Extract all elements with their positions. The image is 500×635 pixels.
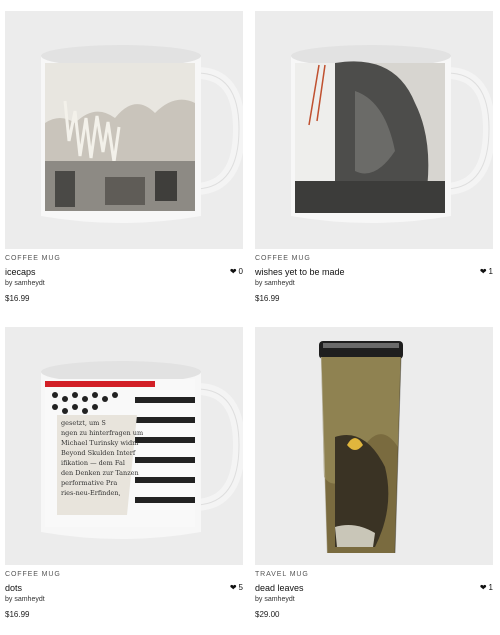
- product-type: COFFEE MUG: [255, 255, 311, 262]
- print-text-line: performative Pra: [61, 479, 117, 487]
- like-count: 1: [488, 267, 493, 276]
- product-title[interactable]: dead leaves: [255, 583, 304, 593]
- product-type: TRAVEL MUG: [255, 571, 309, 578]
- like-button[interactable]: ❤ 0: [230, 267, 243, 276]
- product-price: $16.99: [255, 294, 280, 303]
- heart-icon: ❤: [479, 582, 487, 592]
- print-text-line: Beyond Skulden Interf: [61, 449, 136, 457]
- product-card[interactable]: COFFEE MUG icecaps by samheydt $16.99 ❤ …: [5, 11, 243, 307]
- product-meta: COFFEE MUG wishes yet to be made by samh…: [255, 249, 493, 307]
- product-type: COFFEE MUG: [5, 571, 61, 578]
- print-text-line: Michael Turinsky widm: [61, 439, 138, 447]
- product-type: COFFEE MUG: [5, 255, 61, 262]
- product-artist[interactable]: by samheydt: [5, 280, 45, 287]
- product-meta: COFFEE MUG dots by samheydt $16.99 ❤ 5: [5, 565, 243, 623]
- heart-icon: ❤: [229, 582, 237, 592]
- product-price: $16.99: [5, 610, 30, 619]
- product-price: $29.00: [255, 610, 280, 619]
- product-meta: COFFEE MUG icecaps by samheydt $16.99 ❤ …: [5, 249, 243, 307]
- like-count: 5: [238, 583, 243, 592]
- print-text-line: ifikation — dem Fal: [61, 459, 125, 467]
- print-text-line: ries-neu-Erfinden,: [61, 489, 121, 497]
- like-button[interactable]: ❤ 1: [480, 267, 493, 276]
- product-image-mug-wishes[interactable]: [255, 11, 493, 249]
- print-text-line: den Denken zur Tanzen: [61, 469, 139, 477]
- product-price: $16.99: [5, 294, 30, 303]
- like-button[interactable]: ❤ 5: [230, 583, 243, 592]
- heart-icon: ❤: [479, 266, 487, 276]
- product-title[interactable]: icecaps: [5, 267, 36, 277]
- print-text-line: ngen zu hinterfragen um: [61, 429, 143, 437]
- product-artist[interactable]: by samheydt: [5, 596, 45, 603]
- like-button[interactable]: ❤ 1: [480, 583, 493, 592]
- product-image-travel-mug-dead-leaves[interactable]: [255, 327, 493, 565]
- product-artist[interactable]: by samheydt: [255, 280, 295, 287]
- like-count: 1: [488, 583, 493, 592]
- heart-icon: ❤: [229, 266, 237, 276]
- product-card[interactable]: COFFEE MUG wishes yet to be made by samh…: [255, 11, 493, 307]
- product-image-mug-icecaps[interactable]: [5, 11, 243, 249]
- product-meta: TRAVEL MUG dead leaves by samheydt $29.0…: [255, 565, 493, 623]
- product-title[interactable]: wishes yet to be made: [255, 267, 345, 277]
- product-card[interactable]: gesetzt, um S ngen zu hinterfragen um Mi…: [5, 327, 243, 623]
- product-artist[interactable]: by samheydt: [255, 596, 295, 603]
- product-card[interactable]: TRAVEL MUG dead leaves by samheydt $29.0…: [255, 327, 493, 623]
- like-count: 0: [238, 267, 243, 276]
- product-image-mug-dots[interactable]: gesetzt, um S ngen zu hinterfragen um Mi…: [5, 327, 243, 565]
- product-title[interactable]: dots: [5, 583, 22, 593]
- print-text-line: gesetzt, um S: [61, 419, 106, 427]
